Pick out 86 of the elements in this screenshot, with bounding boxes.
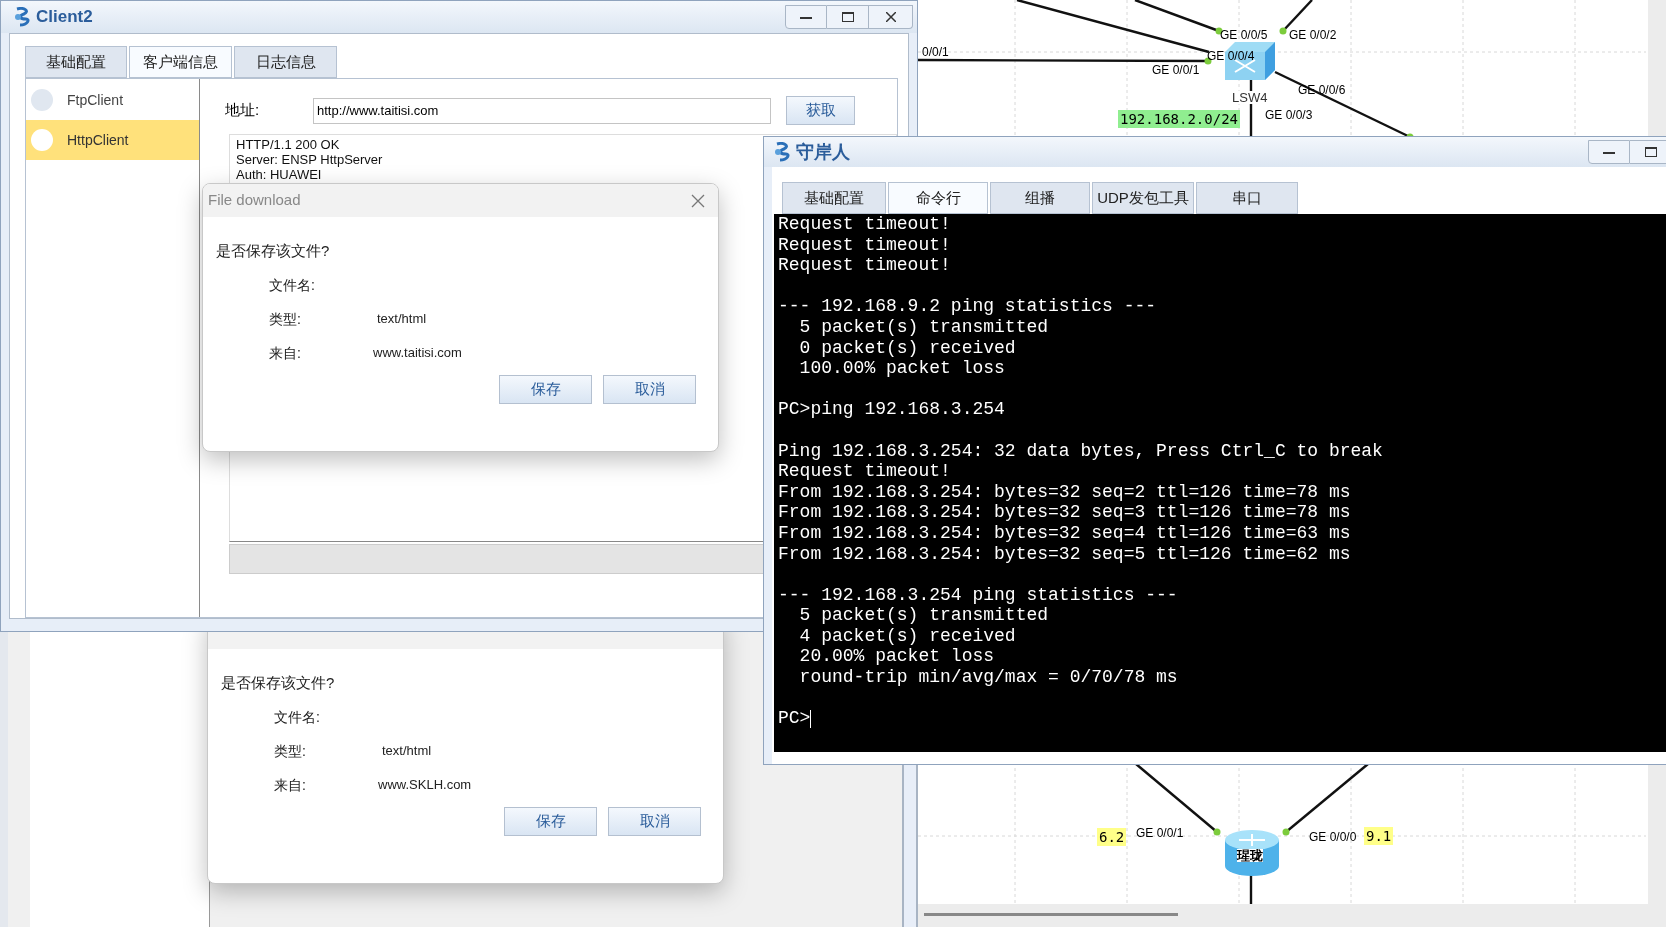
device-name: LSW4 [1232,91,1268,104]
dialog-button[interactable]: 取消 [603,375,696,404]
tab[interactable]: 命令行 [888,182,988,214]
port-label: GE 0/0/5 [1220,28,1268,42]
window-title: 守岸人 [796,140,850,164]
port-label: GE 0/0/1 [1136,826,1184,840]
window-title: Client2 [36,6,93,29]
field-label: 来自: [274,775,307,795]
field-value: text/html [382,742,432,761]
port-label: GE 0/0/4 [1207,49,1255,63]
minimize-button[interactable] [1588,140,1630,164]
tab[interactable]: 组播 [990,182,1090,214]
scrollbar-track[interactable] [1648,765,1666,904]
device-name: 瑆珑 [1237,849,1263,862]
app-icon [774,142,792,162]
terminal-line: 20.00% packet loss [798,646,995,668]
field-label: 类型: [269,309,302,329]
response-line: HTTP/1.1 200 OK [236,137,340,152]
terminal-line: 0 packet(s) received [798,337,1016,359]
port-label: 0/0/1 [922,45,949,59]
terminal-line: Request timeout! [778,461,951,482]
field-label: 文件名: [269,275,315,295]
text-cursor [810,709,812,728]
maximize-button[interactable] [827,5,869,29]
horizontal-scrollbar[interactable] [918,904,1666,927]
dialog-title: File download [208,190,301,211]
client-list-item[interactable]: HttpClient [26,120,199,160]
tab[interactable]: 基础配置 [782,182,886,214]
terminal-line: --- 192.168.3.254 ping statistics --- [778,584,1178,606]
port-label: GE 0/0/0 [1309,830,1357,844]
terminal-line: 4 packet(s) received [798,625,1016,647]
field-value: text/html [377,310,427,329]
terminal-line: From 192.168.3.254: bytes=32 seq=3 ttl=126 time=78 ms [778,502,1351,523]
field-value: www.taitisi.com [373,344,462,363]
terminal-line: --- 192.168.9.2 ping statistics --- [778,296,1157,317]
terminal-line: Request timeout! [778,255,951,276]
terminal-line: 100.00% packet loss [798,358,1005,379]
subnet-label: 9.1 [1364,827,1394,845]
terminal-line: From 192.168.3.254: bytes=32 seq=2 ttl=126 time=78 ms [778,481,1351,503]
port-label: GE 0/0/3 [1265,108,1313,122]
port-label: GE 0/0/2 [1289,28,1337,42]
dialog-button[interactable]: 保存 [499,375,592,404]
tab[interactable]: 日志信息 [234,46,337,78]
terminal-line: From 192.168.3.254: bytes=32 seq=5 ttl=126 time=62 ms [778,543,1351,565]
close-icon [885,12,896,22]
terminal-line: PC>ping 192.168.3.254 [778,399,1005,420]
terminal-line: From 192.168.3.254: bytes=32 seq=4 ttl=126 time=63 ms [778,522,1351,544]
dialog-question: 是否保存该文件? [216,241,331,261]
terminal-line: Ping 192.168.3.254: 32 data bytes, Press Ctrl_C to break [778,440,1383,462]
subnet-label: 192.168.2.0/24 [1118,110,1240,128]
terminal-line: 5 packet(s) transmitted [798,316,1049,338]
field-value: www.SKLH.com [378,776,472,795]
tab[interactable]: UDP发包工具 [1092,182,1194,214]
response-line: Auth: HUAWEI [236,167,322,182]
client-list-item[interactable]: FtpClient [26,80,199,120]
tab[interactable]: 基础配置 [25,46,127,78]
minimize-button[interactable] [785,5,827,29]
terminal-line: Request timeout! [778,234,951,256]
subnet-label: 6.2 [1097,828,1127,846]
switch-icon[interactable] [1225,42,1275,80]
tab[interactable]: 串口 [1196,182,1298,214]
fetch-button[interactable]: 获取 [786,96,855,125]
field-label: 来自: [269,343,302,363]
address-label: 地址: [225,100,261,121]
router-icon[interactable] [1225,830,1279,876]
dialog-question: 是否保存该文件? [221,673,336,693]
field-label: 文件名: [274,707,320,727]
scrollbar-track[interactable] [1648,0,1666,136]
maximize-icon [841,12,854,22]
port-label: GE 0/0/1 [1152,63,1200,77]
link-line [1249,875,1253,904]
app-icon [14,7,32,27]
terminal-line: round-trip min/avg/max = 0/70/78 ms [798,667,1178,688]
maximize-icon [1644,147,1657,157]
tab[interactable]: 客户端信息 [129,46,232,78]
terminal-line: Request timeout! [778,214,951,235]
address-field[interactable]: http://www.taitisi.com [313,97,771,124]
terminal-prompt: PC> [778,708,811,729]
port-label: GE 0/0/6 [1298,83,1346,97]
minimize-icon [1603,150,1615,154]
close-icon[interactable] [691,193,705,208]
terminal-line: 5 packet(s) transmitted [798,605,1049,626]
field-label: 类型: [274,741,307,761]
minimize-icon [800,15,812,19]
maximize-button[interactable] [1630,140,1666,164]
response-line: Server: ENSP HttpServer [236,152,383,167]
